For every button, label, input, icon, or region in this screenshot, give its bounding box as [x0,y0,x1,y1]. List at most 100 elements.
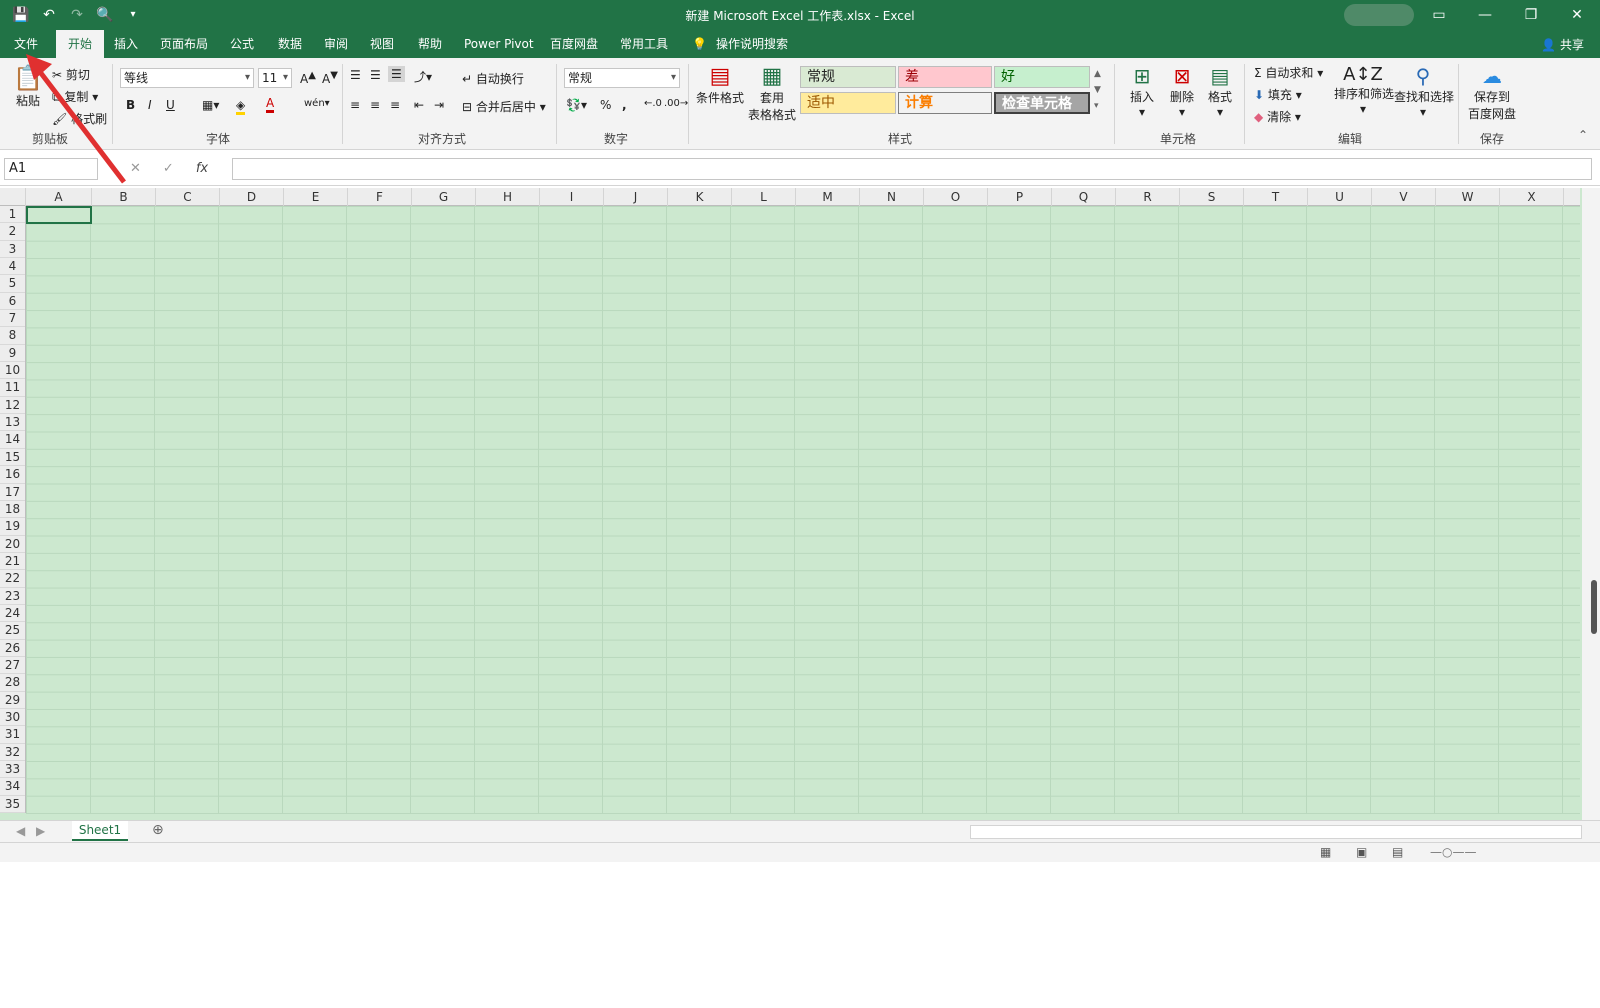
save-to-baidu-button[interactable]: ☁ 保存到 百度网盘 [1466,64,1518,122]
vertical-scrollbar[interactable] [1582,188,1600,820]
tab-help[interactable]: 帮助 [418,30,442,58]
column-header[interactable]: B [92,188,156,206]
style-neutral[interactable]: 适中 [800,92,896,114]
row-header[interactable]: 8 [0,327,25,345]
borders-icon[interactable]: ▦▾ [202,98,219,112]
column-header[interactable]: J [604,188,668,206]
tab-data[interactable]: 数据 [278,30,302,58]
decrease-indent-icon[interactable]: ⇤ [414,98,424,112]
shrink-font-icon[interactable]: A▼ [322,70,338,86]
row-header[interactable]: 34 [0,778,25,796]
percent-button[interactable]: % [600,98,611,112]
column-header[interactable]: Q [1052,188,1116,206]
ribbon-display-icon[interactable]: ▭ [1416,0,1462,30]
row-header[interactable]: 31 [0,726,25,744]
row-header[interactable]: 35 [0,796,25,814]
autosum-button[interactable]: Σ 自动求和 ▾ [1254,64,1323,81]
underline-button[interactable]: U [166,98,175,112]
grow-font-icon[interactable]: A▲ [300,70,316,86]
avatar[interactable] [1344,4,1414,26]
row-header[interactable]: 29 [0,692,25,709]
active-cell[interactable] [26,206,92,224]
column-header[interactable]: H [476,188,540,206]
tab-page-layout[interactable]: 页面布局 [160,30,208,58]
tab-power-pivot[interactable]: Power Pivot [464,30,534,58]
row-header[interactable]: 4 [0,258,25,276]
number-format-select[interactable]: 常规 [564,68,680,88]
tab-formulas[interactable]: 公式 [230,30,254,58]
scroll-thumb[interactable] [1591,580,1597,634]
wrap-text-button[interactable]: ↵ 自动换行 [462,70,524,87]
tell-me-search[interactable]: 操作说明搜索 [716,30,788,58]
column-header[interactable]: K [668,188,732,206]
column-header[interactable]: T [1244,188,1308,206]
row-header[interactable]: 20 [0,536,25,553]
row-header[interactable]: 32 [0,744,25,761]
tab-view[interactable]: 视图 [370,30,394,58]
format-as-table-button[interactable]: ▦ 套用 表格格式 [744,64,800,123]
row-header[interactable]: 7 [0,310,25,328]
bottom-align-icon[interactable]: ☰ [388,66,405,82]
row-header[interactable]: 11 [0,379,25,397]
page-layout-view-icon[interactable]: ▣ [1356,845,1367,859]
sheet-tab[interactable]: Sheet1 [72,821,128,841]
row-header[interactable]: 30 [0,709,25,727]
merge-center-button[interactable]: ⊟ 合并后居中 ▾ [462,98,546,115]
row-header[interactable]: 27 [0,657,25,675]
align-left-icon[interactable]: ≡ [350,98,360,112]
column-header[interactable]: R [1116,188,1180,206]
fill-color-icon[interactable]: ◈ [236,98,246,115]
middle-align-icon[interactable]: ☰ [370,68,381,82]
add-sheet-icon[interactable]: ⊕ [152,822,164,838]
tab-review[interactable]: 审阅 [324,30,348,58]
increase-indent-icon[interactable]: ⇥ [434,98,444,112]
row-header[interactable]: 24 [0,605,25,623]
row-header[interactable]: 25 [0,622,25,640]
currency-icon[interactable]: 💱▾ [566,98,587,112]
column-header[interactable]: S [1180,188,1244,206]
formula-input[interactable] [232,158,1592,180]
row-header[interactable]: 13 [0,414,25,432]
prev-sheet-icon[interactable]: ◀ [16,824,25,838]
column-header[interactable]: V [1372,188,1436,206]
style-calculation[interactable]: 计算 [898,92,992,114]
fill-button[interactable]: ⬇ 填充 ▾ [1254,86,1302,103]
style-bad[interactable]: 差 [898,66,992,88]
row-header[interactable]: 1 [0,206,25,224]
styles-scroll-icon[interactable]: ▲ ▼ ▾ [1094,66,1106,114]
row-header[interactable]: 16 [0,466,25,484]
clear-button[interactable]: ◆ 清除 ▾ [1254,108,1301,125]
align-center-icon[interactable]: ≡ [370,98,380,112]
row-header[interactable]: 2 [0,223,25,241]
normal-view-icon[interactable]: ▦ [1320,845,1331,859]
insert-function-button[interactable]: fx [196,161,208,176]
conditional-format-button[interactable]: ▤ 条件格式 [696,64,744,106]
close-icon[interactable]: ✕ [1554,0,1600,30]
next-sheet-icon[interactable]: ▶ [36,824,45,838]
zoom-slider[interactable]: —○—— [1430,845,1476,859]
column-header[interactable]: L [732,188,796,206]
column-header[interactable]: O [924,188,988,206]
format-cells-button[interactable]: ▤ 格式 ▾ [1204,64,1236,119]
enter-icon[interactable]: ✓ [163,161,174,176]
find-select-button[interactable]: ⚲ 查找和选择 ▾ [1394,64,1454,119]
delete-cells-button[interactable]: ⊠ 删除 ▾ [1166,64,1198,119]
minimize-icon[interactable]: — [1462,0,1508,30]
row-header[interactable]: 33 [0,761,25,779]
share-button[interactable]: 👤 共享 [1541,36,1584,53]
top-align-icon[interactable]: ☰ [350,68,361,82]
row-header[interactable]: 12 [0,397,25,415]
column-header[interactable]: E [284,188,348,206]
column-header[interactable]: G [412,188,476,206]
insert-cells-button[interactable]: ⊞ 插入 ▾ [1126,64,1158,119]
style-check-cell[interactable]: 检查单元格 [994,92,1090,114]
row-header[interactable]: 6 [0,293,25,311]
font-color-icon[interactable]: A [266,96,275,113]
cell-area[interactable] [26,206,1580,814]
row-header[interactable]: 10 [0,362,25,380]
comma-button[interactable]: , [622,98,627,112]
column-header[interactable]: N [860,188,924,206]
phonetic-icon[interactable]: wén▾ [304,98,330,109]
column-header[interactable]: F [348,188,412,206]
row-header[interactable]: 17 [0,484,25,501]
